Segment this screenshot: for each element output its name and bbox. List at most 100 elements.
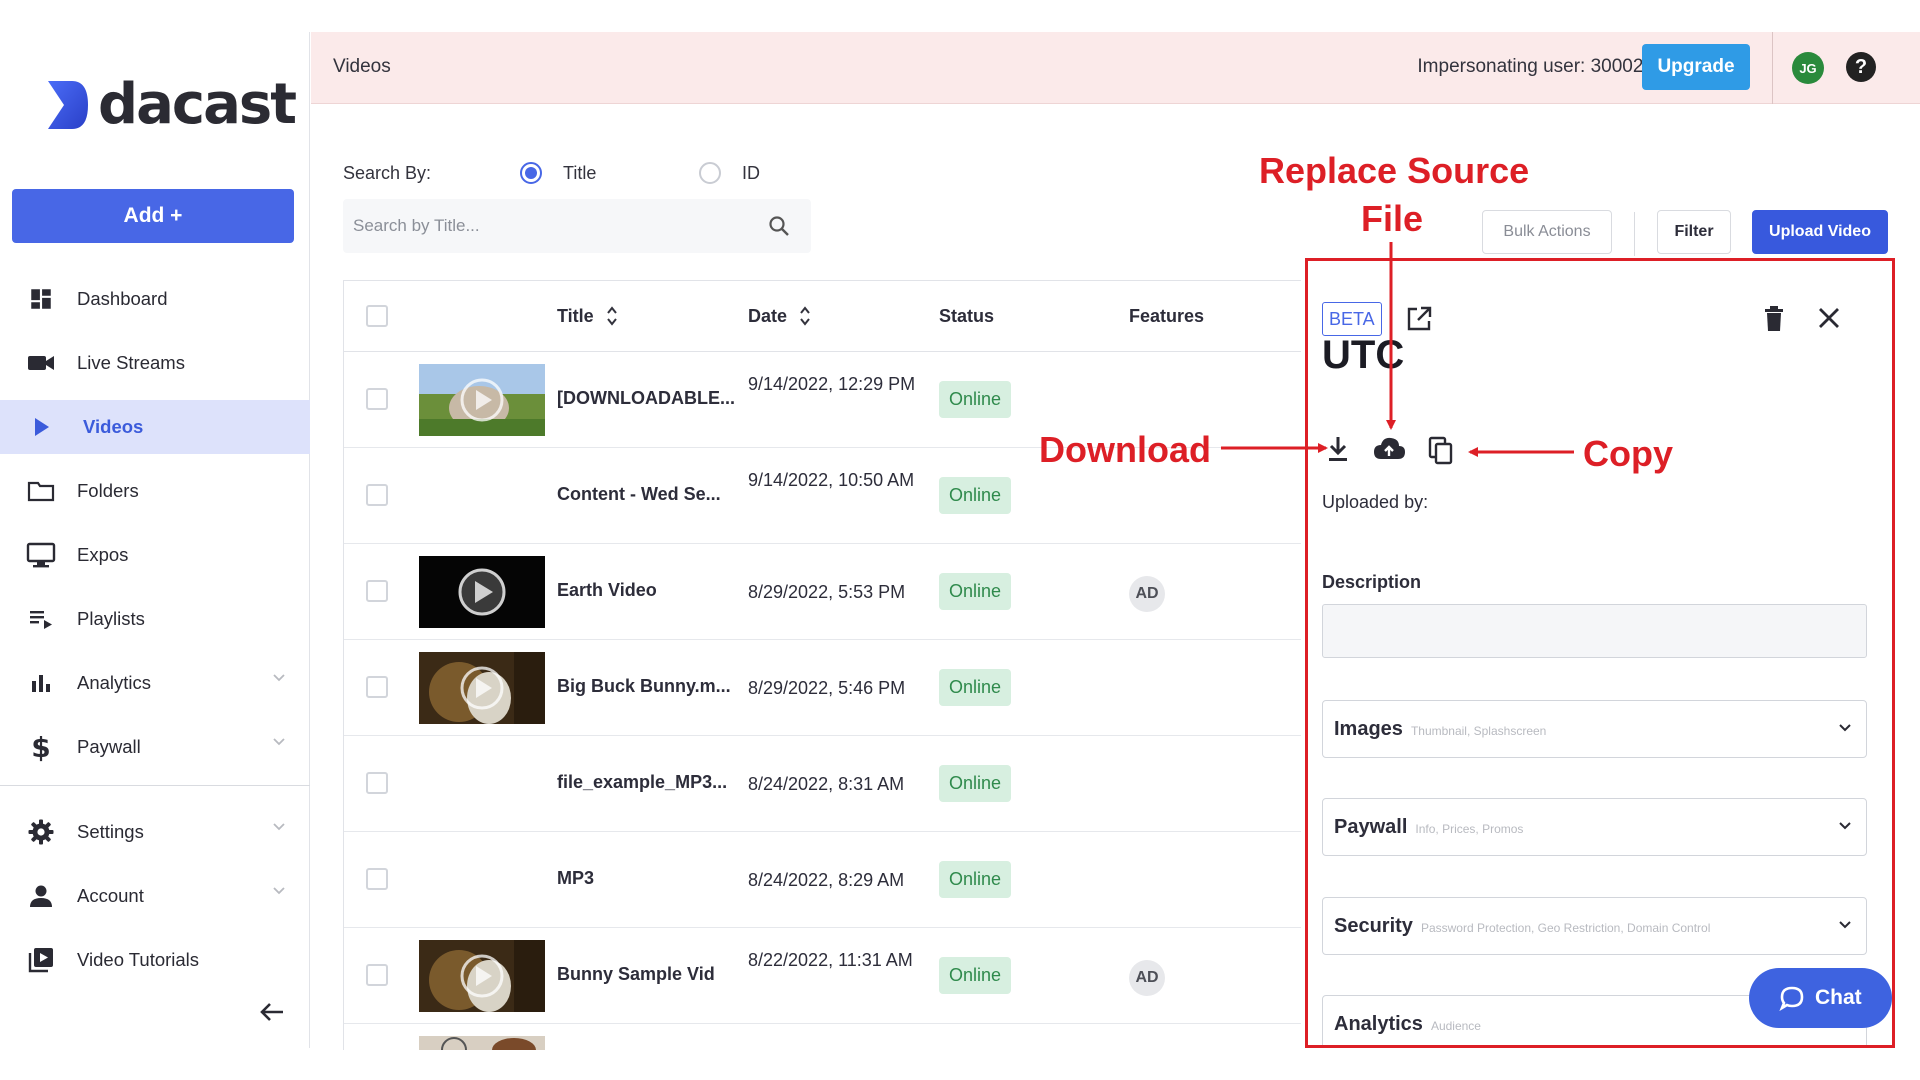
description-field[interactable]	[1322, 604, 1867, 658]
add-button[interactable]: Add +	[12, 189, 294, 243]
video-thumbnail[interactable]	[419, 364, 545, 436]
chevron-down-icon	[273, 674, 285, 682]
status-badge: Online	[939, 381, 1012, 418]
dacast-logo[interactable]: dacast	[44, 72, 297, 137]
video-title[interactable]: file_example_MP3...	[557, 772, 727, 793]
row-checkbox[interactable]	[366, 772, 388, 794]
table-row[interactable]: Earth Video 8/29/2022, 5:53 PM Online AD	[344, 544, 1301, 640]
video-title[interactable]: Earth Video	[557, 580, 657, 601]
sidebar-item-paywall[interactable]: $ Paywall	[0, 720, 310, 774]
sidebar-item-folders[interactable]: Folders	[0, 464, 310, 518]
close-icon[interactable]	[1816, 305, 1842, 331]
videos-table: Title Date Status Features [DOWNLOADABLE…	[343, 280, 1301, 1050]
video-date: 8/22/2022, 11:31 AM	[748, 950, 913, 970]
description-label: Description	[1322, 572, 1422, 592]
sidebar-item-label: Paywall	[77, 736, 141, 757]
row-checkbox[interactable]	[366, 868, 388, 890]
table-row[interactable]: file_example_MP3... 8/24/2022, 8:31 AM O…	[344, 736, 1301, 832]
select-all-checkbox[interactable]	[366, 305, 388, 327]
accordion-subtitle: Thumbnail, Splashscreen	[1410, 724, 1547, 738]
chevron-down-icon	[273, 738, 285, 746]
sort-icon[interactable]	[606, 305, 618, 327]
column-header-label: Features	[1129, 305, 1205, 326]
video-title[interactable]: Content - Wed Se...	[557, 484, 721, 505]
status-badge: Online	[939, 765, 1012, 802]
play-icon	[26, 412, 56, 442]
sidebar-item-videos[interactable]: Videos	[0, 400, 310, 454]
sidebar-item-analytics[interactable]: Analytics	[0, 656, 310, 710]
accordion-paywall[interactable]: Paywall Info, Prices, Promos	[1322, 798, 1867, 856]
status-badge: Online	[939, 669, 1012, 706]
trash-icon[interactable]	[1762, 305, 1786, 333]
sidebar-item-label: Expos	[77, 544, 129, 565]
arrow-left-icon[interactable]	[258, 1000, 286, 1024]
sort-icon[interactable]	[799, 305, 811, 327]
sidebar-item-label: Analytics	[77, 672, 152, 693]
video-thumbnail[interactable]	[419, 940, 545, 1012]
accordion-images[interactable]: Images Thumbnail, Splashscreen	[1322, 700, 1867, 758]
sidebar-item-video-tutorials[interactable]: Video Tutorials	[0, 933, 310, 987]
search-icon[interactable]	[767, 214, 791, 238]
chevron-down-icon	[1839, 822, 1851, 830]
column-header-label: Date	[748, 305, 788, 326]
upload-video-button[interactable]: Upload Video	[1752, 210, 1888, 254]
row-checkbox[interactable]	[366, 388, 388, 410]
row-checkbox[interactable]	[366, 676, 388, 698]
column-header-label: Status	[939, 305, 995, 326]
column-header-date[interactable]: Date	[748, 281, 811, 351]
row-checkbox[interactable]	[366, 580, 388, 602]
help-icon[interactable]: ?	[1846, 52, 1876, 82]
video-title[interactable]: MP3	[557, 868, 594, 889]
avatar[interactable]: JG	[1792, 52, 1824, 84]
sidebar-item-label: Account	[77, 885, 144, 906]
monitor-icon	[26, 540, 56, 570]
external-link-icon[interactable]	[1405, 305, 1433, 333]
search-input[interactable]	[343, 199, 743, 253]
annotation-replace-file: File	[1361, 198, 1424, 239]
table-row[interactable]: Big Buck Bunny.m... 8/29/2022, 5:46 PM O…	[344, 640, 1301, 736]
row-checkbox[interactable]	[366, 964, 388, 986]
feature-badge-ad: AD	[1129, 960, 1165, 996]
sidebar-item-playlists[interactable]: Playlists	[0, 592, 310, 646]
status-badge: Online	[939, 573, 1012, 610]
video-thumbnail[interactable]	[419, 556, 545, 628]
download-icon[interactable]	[1325, 434, 1351, 464]
video-detail-panel: BETA UTC Uploaded by: Description Images…	[1302, 259, 1898, 1048]
column-header-title[interactable]: Title	[557, 281, 618, 351]
cloud-upload-icon[interactable]	[1372, 434, 1406, 464]
video-title[interactable]: Big Buck Bunny.m...	[557, 676, 731, 697]
upgrade-button[interactable]: Upgrade	[1642, 44, 1750, 90]
filter-button[interactable]: Filter	[1657, 210, 1731, 254]
sidebar-item-expos[interactable]: Expos	[0, 528, 310, 582]
chevron-down-icon	[273, 887, 285, 895]
sidebar-item-account[interactable]: Account	[0, 869, 310, 923]
bar-chart-icon	[26, 668, 56, 698]
table-row[interactable]: Bunny Sample Vid 8/22/2022, 11:31 AM Onl…	[344, 928, 1301, 1024]
dacast-logo-icon	[48, 80, 88, 129]
video-thumbnail[interactable]	[419, 1036, 545, 1050]
video-library-icon	[26, 945, 56, 975]
sidebar-item-label: Folders	[77, 480, 139, 501]
video-date: 8/24/2022, 8:31 AM	[748, 774, 905, 794]
video-title[interactable]: [DOWNLOADABLE...	[557, 388, 735, 409]
table-row[interactable]	[344, 1024, 1301, 1050]
video-thumbnail[interactable]	[419, 652, 545, 724]
beta-badge: BETA	[1322, 302, 1382, 336]
radio-title[interactable]	[520, 162, 542, 184]
table-row[interactable]: MP3 8/24/2022, 8:29 AM Online	[344, 832, 1301, 928]
logo-wordmark: dacast	[98, 72, 297, 137]
row-checkbox[interactable]	[366, 484, 388, 506]
radio-title-label: Title	[563, 163, 597, 183]
sidebar-item-settings[interactable]: Settings	[0, 805, 310, 859]
sidebar-divider	[0, 785, 310, 786]
copy-icon[interactable]	[1427, 434, 1455, 466]
sidebar-item-dashboard[interactable]: Dashboard	[0, 272, 310, 326]
radio-id[interactable]	[699, 162, 721, 184]
chat-button[interactable]: Chat	[1749, 968, 1892, 1028]
accordion-security[interactable]: Security Password Protection, Geo Restri…	[1322, 897, 1867, 955]
gear-icon	[26, 817, 56, 847]
toolbar-divider	[1634, 212, 1635, 256]
bulk-actions-button[interactable]: Bulk Actions	[1482, 210, 1612, 254]
sidebar-item-live-streams[interactable]: Live Streams	[0, 336, 310, 390]
video-title[interactable]: Bunny Sample Vid	[557, 964, 715, 985]
